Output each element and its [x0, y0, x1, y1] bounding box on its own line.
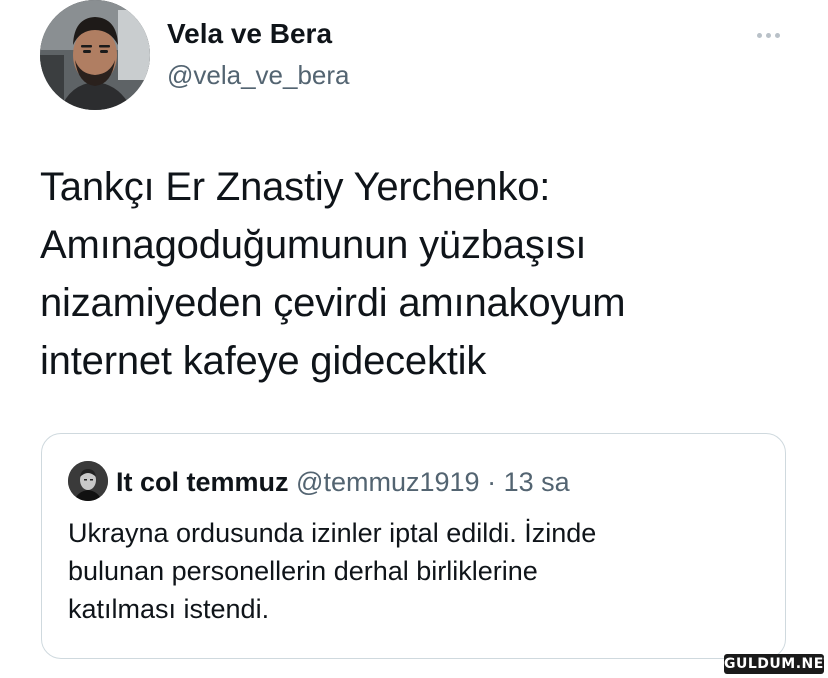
quote-text-line: bulunan personellerin derhal birliklerin…	[68, 556, 538, 586]
avatar-photo	[40, 0, 150, 110]
quote-separator: ·	[487, 467, 497, 497]
more-dots-icon	[756, 32, 762, 38]
watermark-logo: GULDUM.NET	[724, 654, 828, 674]
quote-author-avatar[interactable]	[68, 461, 108, 501]
more-dots-icon	[774, 32, 780, 38]
tweet-text: Tankçı Er Znastiy Yerchenko: Amınagoduğu…	[40, 158, 800, 390]
author-name[interactable]: Vela ve Bera	[167, 18, 332, 50]
quote-header: It col temmuz @temmuz1919 · 13 sa	[116, 464, 570, 500]
tweet: Vela ve Bera @vela_ve_bera Tankçı Er Zna…	[0, 0, 828, 678]
tweet-text-line: nizamiyeden çevirdi amınakoyum	[40, 281, 626, 325]
tweet-text-line: Tankçı Er Znastiy Yerchenko:	[40, 165, 551, 209]
quote-avatar-photo	[68, 461, 108, 501]
author-handle[interactable]: @vela_ve_bera	[167, 60, 350, 91]
author-avatar[interactable]	[40, 0, 150, 110]
quote-text-line: Ukrayna ordusunda izinler iptal edildi. …	[68, 518, 597, 548]
quote-author-name[interactable]: It col temmuz	[116, 467, 289, 497]
more-options-button[interactable]	[748, 22, 788, 48]
tweet-text-line: Amınagoduğumunun yüzbaşısı	[40, 223, 587, 267]
quote-text-line: katılması istendi.	[68, 594, 270, 624]
more-dots-icon	[765, 32, 771, 38]
quote-text: Ukrayna ordusunda izinler iptal edildi. …	[68, 514, 768, 628]
tweet-text-line: internet kafeye gidecektik	[40, 339, 487, 383]
quoted-tweet-card[interactable]: It col temmuz @temmuz1919 · 13 sa Ukrayn…	[41, 433, 786, 659]
quote-author-handle[interactable]: @temmuz1919	[296, 467, 480, 497]
quote-timestamp[interactable]: 13 sa	[504, 467, 570, 497]
